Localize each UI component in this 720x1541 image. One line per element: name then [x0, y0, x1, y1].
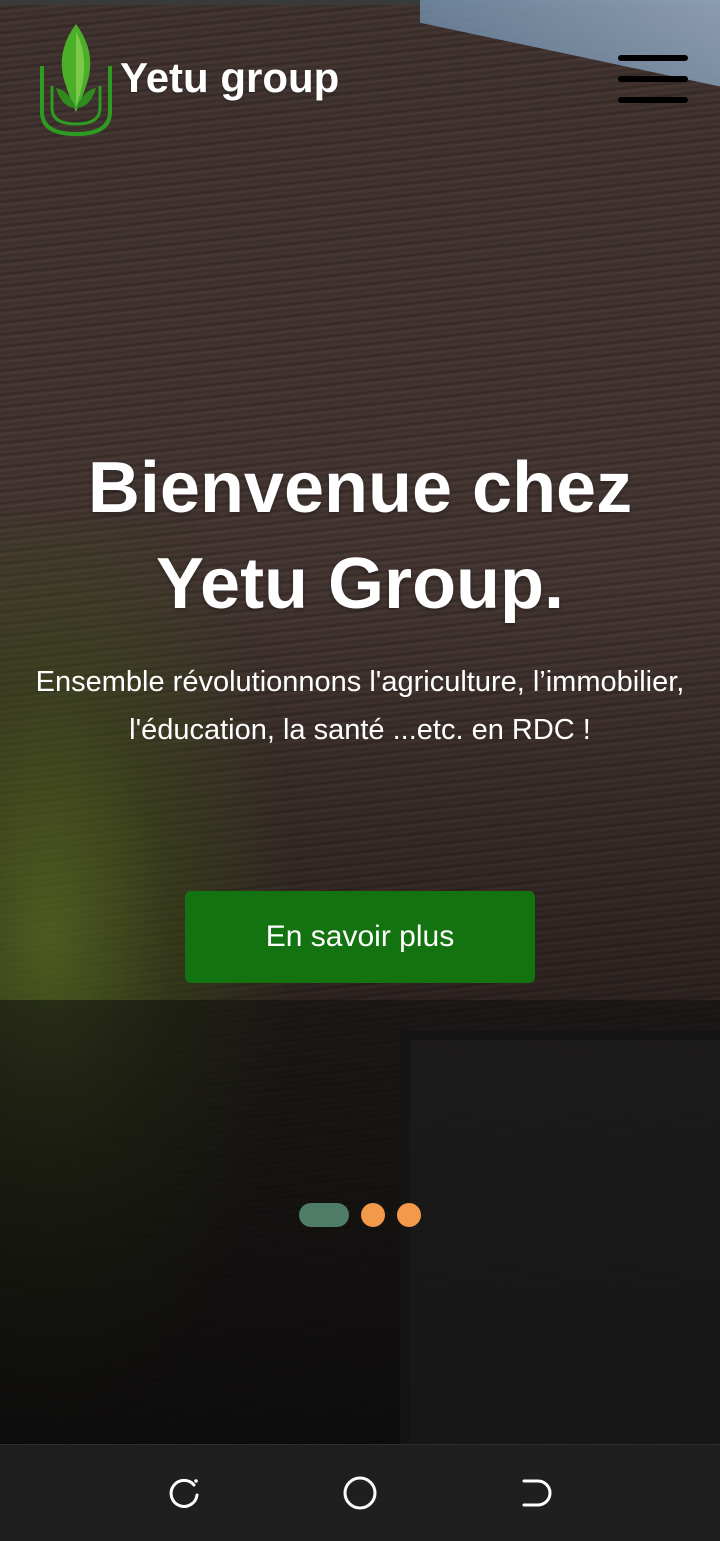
hamburger-menu-icon[interactable] [618, 55, 688, 103]
hero-subtext: Ensemble révolutionnons l'agriculture, l… [35, 666, 685, 746]
hero-headline: Bienvenue chez Yetu Group. [87, 448, 633, 624]
recents-icon[interactable] [164, 1473, 204, 1513]
background-window [400, 1030, 720, 1444]
back-icon[interactable] [516, 1473, 556, 1513]
site-header: Yetu group [38, 24, 339, 136]
home-icon[interactable] [340, 1473, 380, 1513]
learn-more-button[interactable]: En savoir plus [185, 891, 535, 983]
leaf-shield-logo[interactable] [38, 24, 114, 136]
carousel-indicators [299, 1203, 421, 1227]
brand-name[interactable]: Yetu group [120, 54, 339, 102]
system-navigation-bar [0, 1444, 720, 1541]
carousel-dot-active[interactable] [299, 1203, 349, 1227]
hero-section: Yetu group Bienvenue chez Yetu Group. En… [0, 0, 720, 1444]
carousel-dot[interactable] [397, 1203, 421, 1227]
carousel-dot[interactable] [361, 1203, 385, 1227]
